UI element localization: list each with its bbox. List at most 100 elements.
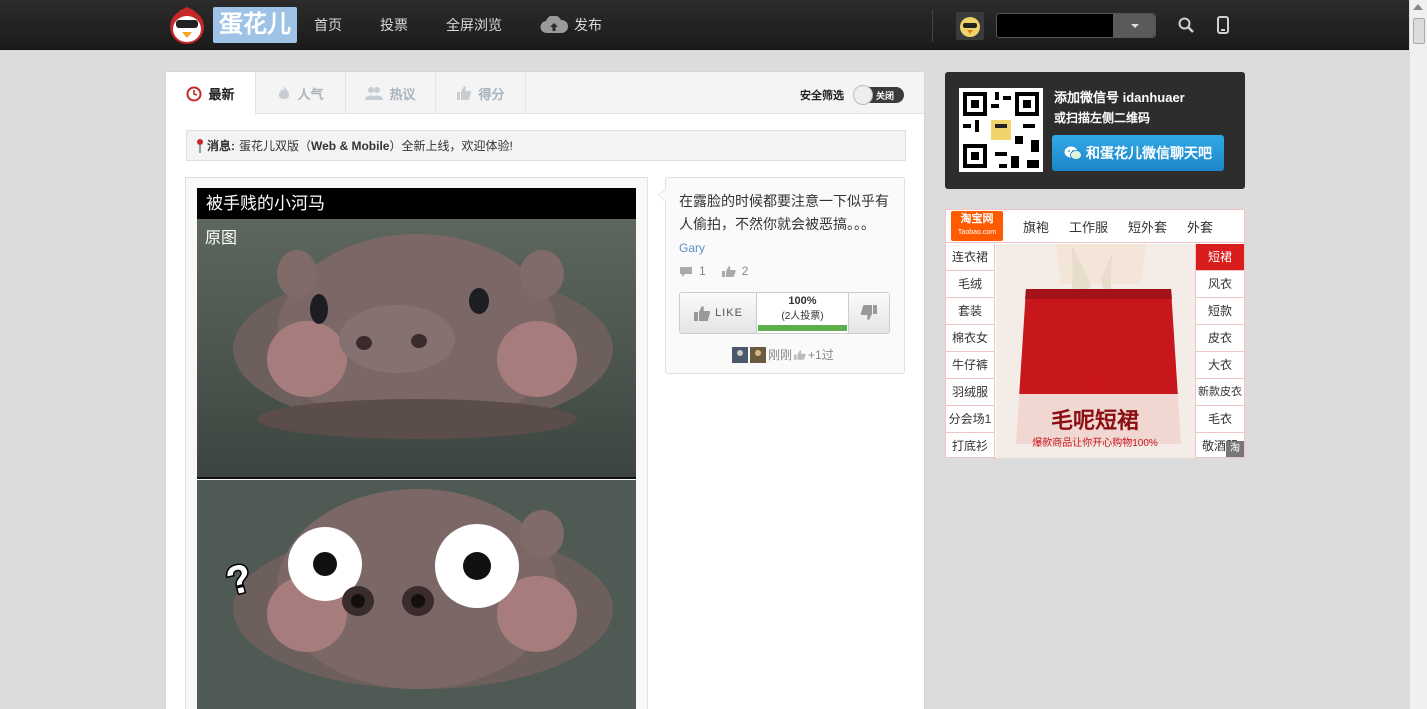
people-icon bbox=[365, 87, 384, 100]
comment-count: 1 bbox=[699, 264, 706, 278]
comment-card: 在露脸的时候都要注意一下似乎有人偷拍，不然你就会被恶搞。。。 Gary 1 2 … bbox=[658, 177, 905, 374]
pin-icon bbox=[197, 138, 203, 153]
main-nav: 首页 投票 全屏浏览 发布 bbox=[314, 0, 640, 50]
main-panel: 最新 人气 热议 得分 安全筛选 关闭 消息: 蛋花儿双版（Web & Mobi… bbox=[165, 71, 925, 709]
mobile-icon[interactable] bbox=[1214, 16, 1232, 34]
tab-score[interactable]: 得分 bbox=[436, 72, 526, 114]
taobao-top-link[interactable]: 短外套 bbox=[1128, 217, 1167, 236]
cloud-upload-icon bbox=[540, 16, 568, 34]
clock-icon bbox=[186, 86, 202, 101]
notice-bar: 消息: 蛋花儿双版（Web & Mobile）全新上线，欢迎体验! bbox=[186, 130, 906, 161]
taobao-top-link[interactable]: 旗袍 bbox=[1023, 217, 1049, 236]
thumb-down-icon bbox=[860, 305, 877, 320]
taobao-top-link[interactable]: 外套 bbox=[1187, 217, 1213, 236]
taobao-logo-text: 淘宝网 bbox=[960, 213, 994, 225]
qr-code-icon bbox=[959, 88, 1043, 172]
wechat-id-text: 添加微信号 idanhuaer bbox=[1054, 90, 1185, 105]
tab-popular[interactable]: 人气 bbox=[256, 72, 346, 114]
taobao-category[interactable]: 新款皮衣 bbox=[1195, 379, 1244, 406]
wechat-promo: 添加微信号 idanhuaer 或扫描左侧二维码 和蛋花儿微信聊天吧 bbox=[945, 72, 1245, 189]
thumb-up-icon[interactable] bbox=[721, 265, 736, 277]
nav-publish-label: 发布 bbox=[574, 17, 602, 33]
tab-latest[interactable]: 最新 bbox=[166, 72, 256, 115]
tab-latest-label: 最新 bbox=[208, 87, 235, 102]
taobao-category[interactable]: 短款 bbox=[1195, 298, 1244, 325]
vote-percent: 100% bbox=[788, 295, 817, 307]
wechat-chat-label: 和蛋花儿微信聊天吧 bbox=[1086, 145, 1212, 161]
product-tag: 淘宝 bbox=[1083, 379, 1107, 393]
notice-text-before: 蛋花儿双版（ bbox=[239, 139, 312, 153]
taobao-logo[interactable]: 淘宝网 Taobao.com bbox=[951, 211, 1003, 241]
wechat-scan-text: 或扫描左侧二维码 bbox=[1054, 111, 1151, 125]
taobao-category[interactable]: 毛绒 bbox=[946, 271, 995, 298]
site-logo[interactable]: 蛋花儿 bbox=[165, 5, 297, 45]
notice-prefix: 消息: bbox=[207, 139, 235, 153]
vote-progress-bar bbox=[758, 325, 847, 331]
post-image[interactable]: 原图 ? bbox=[197, 219, 636, 709]
taobao-category[interactable]: 套装 bbox=[946, 298, 995, 325]
taobao-category[interactable]: 牛仔裤 bbox=[946, 352, 995, 379]
wechat-chat-button[interactable]: 和蛋花儿微信聊天吧 bbox=[1052, 135, 1224, 171]
safe-filter-toggle[interactable]: 关闭 bbox=[853, 85, 904, 105]
taobao-badge[interactable]: 淘 bbox=[1226, 441, 1244, 457]
safe-filter-label: 安全筛选 bbox=[800, 90, 844, 102]
notice-text-bold: Web & Mobile bbox=[311, 139, 390, 153]
taobao-category[interactable]: 短裙 bbox=[1195, 244, 1244, 271]
dislike-button[interactable] bbox=[848, 293, 889, 333]
comment-author[interactable]: Gary bbox=[679, 241, 705, 255]
notice-text-after: ）全新上线，欢迎体验! bbox=[389, 139, 513, 153]
tab-score-label: 得分 bbox=[478, 86, 505, 102]
user-avatar[interactable] bbox=[956, 12, 984, 40]
vote-score: 100% (2人投票) bbox=[757, 293, 848, 333]
voters-plus: +1过 bbox=[808, 348, 834, 362]
scrollbar-thumb[interactable] bbox=[1413, 18, 1425, 44]
image-caption: 原图 bbox=[205, 230, 237, 247]
recent-voters: 刚刚 +1过 bbox=[732, 346, 834, 363]
post-title[interactable]: 被手贱的小河马 bbox=[197, 188, 636, 219]
voters-time: 刚刚 bbox=[768, 348, 793, 362]
voter-avatar[interactable] bbox=[732, 346, 748, 363]
taobao-ad: 淘宝网 Taobao.com 旗袍 工作服 短外套 外套 连衣裙 毛绒 套装 棉… bbox=[945, 209, 1245, 460]
taobao-category[interactable]: 棉衣女 bbox=[946, 325, 995, 352]
tab-discussed[interactable]: 热议 bbox=[346, 72, 436, 114]
like-button[interactable]: LIKE bbox=[680, 293, 757, 333]
taobao-logo-sub: Taobao.com bbox=[957, 229, 997, 236]
taobao-category[interactable]: 打底衫 bbox=[946, 433, 995, 460]
voter-avatar[interactable] bbox=[750, 346, 766, 363]
thumb-up-icon bbox=[794, 349, 806, 360]
vote-widget: LIKE 100% (2人投票) bbox=[679, 292, 890, 334]
nav-publish[interactable]: 发布 bbox=[540, 15, 602, 35]
chevron-down-icon[interactable] bbox=[1113, 14, 1155, 37]
nav-home[interactable]: 首页 bbox=[314, 15, 342, 35]
comment-text: 在露脸的时候都要注意一下似乎有人偷拍，不然你就会被恶搞。。。 bbox=[679, 193, 889, 232]
skirt-product-image: 淘宝 毛呢短裙 爆款商品让你开心购物100% bbox=[996, 244, 1195, 458]
scroll-up-arrow-icon[interactable] bbox=[1413, 4, 1423, 10]
taobao-category[interactable]: 皮衣 bbox=[1195, 325, 1244, 352]
taobao-top-link[interactable]: 工作服 bbox=[1069, 217, 1108, 236]
nav-divider bbox=[932, 10, 933, 42]
product-subtitle: 爆款商品让你开心购物100% bbox=[1032, 436, 1158, 449]
comment-bubble-icon[interactable] bbox=[679, 266, 693, 277]
taobao-category[interactable]: 风衣 bbox=[1195, 271, 1244, 298]
product-title: 毛呢短裙 bbox=[1051, 408, 1139, 433]
taobao-category[interactable]: 大衣 bbox=[1195, 352, 1244, 379]
chick-mascot-icon bbox=[170, 7, 204, 44]
taobao-left-categories: 连衣裙 毛绒 套装 棉衣女 牛仔裤 羽绒服 分会场1 打底衫 bbox=[946, 244, 995, 460]
thumb-up-icon bbox=[694, 306, 711, 321]
post-stats: 1 2 bbox=[679, 264, 748, 278]
search-icon[interactable] bbox=[1177, 16, 1195, 34]
page-scrollbar[interactable] bbox=[1409, 0, 1427, 709]
taobao-category[interactable]: 毛衣 bbox=[1195, 406, 1244, 433]
vote-progress-fill bbox=[758, 325, 847, 331]
taobao-product-image[interactable]: 淘宝 毛呢短裙 爆款商品让你开心购物100% bbox=[996, 244, 1195, 458]
nav-fullscreen[interactable]: 全屏浏览 bbox=[446, 15, 502, 35]
user-menu-dropdown[interactable] bbox=[996, 13, 1156, 38]
toggle-state-label: 关闭 bbox=[876, 91, 895, 101]
taobao-category[interactable]: 羽绒服 bbox=[946, 379, 995, 406]
safe-filter: 安全筛选 关闭 bbox=[800, 85, 904, 105]
taobao-category[interactable]: 分会场1 bbox=[946, 406, 995, 433]
notice-message[interactable]: 蛋花儿双版（Web & Mobile）全新上线，欢迎体验! bbox=[239, 137, 513, 154]
taobao-category[interactable]: 连衣裙 bbox=[946, 244, 995, 271]
nav-vote[interactable]: 投票 bbox=[380, 15, 408, 35]
post-image-card: 被手贱的小河马 原图 ? bbox=[185, 177, 648, 709]
